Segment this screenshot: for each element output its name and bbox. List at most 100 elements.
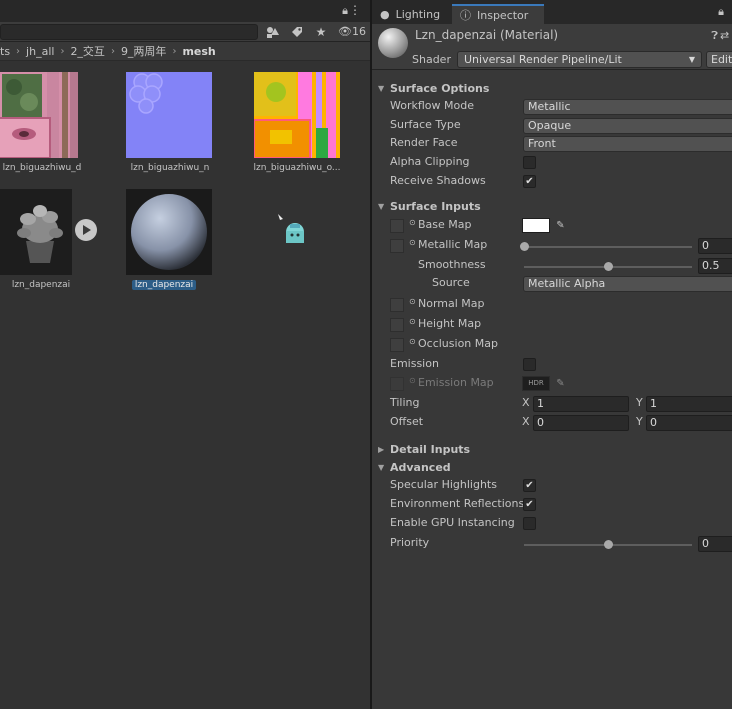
breadcrumb-item[interactable]: ts: [0, 45, 10, 58]
play-preview-button[interactable]: [75, 219, 97, 241]
axis-y-label: Y: [636, 396, 643, 409]
metallic-slider-track[interactable]: [524, 246, 692, 248]
axis-y-label: Y: [636, 415, 643, 428]
object-picker-icon[interactable]: ⊙: [409, 337, 416, 346]
alpha-clipping-checkbox[interactable]: [523, 156, 536, 169]
project-panel: 🔒︎ ⋮ ★ 👁︎16 ts › jh_all › 2_交互 › 9_两周年 ›…: [0, 0, 370, 709]
environment-reflections-checkbox[interactable]: ✔: [523, 498, 536, 511]
checkmark-icon: ✔: [525, 499, 534, 510]
metallic-value-field[interactable]: 0: [698, 238, 732, 254]
section-surface-options[interactable]: ▼ Surface Options: [372, 80, 489, 98]
section-advanced[interactable]: ▼ Advanced: [372, 459, 451, 477]
presets-icon[interactable]: ⇄: [720, 29, 732, 42]
gpu-instancing-checkbox[interactable]: [523, 517, 536, 530]
property-label: Alpha Clipping: [390, 155, 470, 168]
shader-dropdown[interactable]: Universal Render Pipeline/Lit ▼: [457, 51, 702, 68]
workflow-mode-dropdown[interactable]: Metallic: [523, 99, 732, 115]
favorite-star-icon[interactable]: ★: [310, 23, 332, 41]
tab-inspector[interactable]: ⓘ Inspector: [452, 4, 544, 24]
object-picker-icon[interactable]: ⊙: [409, 218, 416, 227]
section-detail-inputs[interactable]: ▶ Detail Inputs: [372, 441, 470, 459]
render-face-row: Render Face Front: [372, 135, 732, 153]
offset-y-field[interactable]: 0: [646, 415, 732, 431]
metallic-map-texture-slot[interactable]: [390, 239, 404, 253]
object-picker-icon[interactable]: ⊙: [409, 238, 416, 247]
model-thumbnail: [0, 189, 72, 275]
tiling-x-field[interactable]: 1: [533, 396, 629, 412]
specular-highlights-checkbox[interactable]: ✔: [523, 479, 536, 492]
priority-slider-handle[interactable]: [604, 540, 613, 549]
property-label: Tiling: [390, 396, 420, 409]
smoothness-value-field[interactable]: 0.5: [698, 258, 732, 274]
kebab-menu-icon[interactable]: ⋮: [349, 3, 361, 17]
breadcrumb-item[interactable]: 9_两周年: [121, 43, 167, 59]
base-map-texture-slot[interactable]: [390, 219, 404, 233]
property-label: Base Map: [418, 218, 472, 231]
emission-map-row: ⊙ Emission Map HDR ✎: [372, 375, 732, 393]
emission-row: Emission: [372, 356, 732, 374]
label-tag-icon[interactable]: [286, 23, 308, 41]
property-label: Height Map: [418, 317, 482, 330]
emission-checkbox[interactable]: [523, 358, 536, 371]
asset-tile[interactable]: lzn_dapenzai: [0, 189, 86, 299]
property-label: Emission Map: [418, 376, 494, 389]
object-picker-icon[interactable]: ⊙: [409, 297, 416, 306]
normal-map-row: ⊙ Normal Map: [372, 296, 732, 314]
section-surface-inputs[interactable]: ▼ Surface Inputs: [372, 198, 481, 216]
normal-map-texture-slot[interactable]: [390, 298, 404, 312]
emission-hdr-color: HDR: [522, 376, 550, 391]
tiling-y-field[interactable]: 1: [646, 396, 732, 412]
asset-tile[interactable]: lzn_dapenzai: [120, 189, 220, 299]
asset-tile[interactable]: lzn_biguazhiwu_d: [0, 72, 92, 182]
alpha-clipping-row: Alpha Clipping: [372, 154, 732, 172]
property-label: Environment Reflections: [390, 497, 525, 510]
occlusion-map-texture-slot[interactable]: [390, 338, 404, 352]
property-label: Priority: [390, 536, 430, 549]
checkmark-icon: ✔: [525, 480, 534, 491]
help-icon[interactable]: ❓︎: [711, 29, 718, 43]
object-picker-icon[interactable]: ⊙: [409, 317, 416, 326]
asset-tile[interactable]: lzn_biguazhiwu_o...: [247, 72, 347, 182]
asset-label: lzn_biguazhiwu_n: [130, 163, 210, 173]
chevron-right-icon: ›: [60, 45, 65, 57]
tab-lighting[interactable]: ● Lighting: [372, 4, 452, 24]
render-face-dropdown[interactable]: Front: [523, 136, 732, 152]
breadcrumb-item[interactable]: jh_all: [26, 45, 54, 58]
property-label: Normal Map: [418, 297, 485, 310]
receive-shadows-checkbox[interactable]: ✔: [523, 175, 536, 188]
hidden-count-toggle[interactable]: 👁︎16: [338, 25, 366, 38]
lock-icon[interactable]: 🔒︎: [342, 4, 348, 18]
search-by-type-icon[interactable]: [262, 23, 284, 41]
property-label: Receive Shadows: [390, 174, 486, 187]
priority-row: Priority 0: [372, 535, 732, 553]
inspector-tab-bar: ● Lighting ⓘ Inspector 🔒︎: [372, 0, 732, 24]
section-title: Surface Inputs: [390, 200, 481, 213]
material-preview-sphere: [378, 28, 408, 58]
section-title: Detail Inputs: [390, 443, 471, 456]
info-icon: ⓘ: [460, 9, 471, 22]
smoothness-slider-handle[interactable]: [604, 262, 613, 271]
property-label: Emission: [390, 357, 439, 370]
height-map-texture-slot[interactable]: [390, 318, 404, 332]
foldout-collapsed-icon: ▶: [378, 445, 385, 454]
foldout-expanded-icon: ▼: [378, 463, 385, 472]
asset-label-selected: lzn_dapenzai: [132, 280, 196, 290]
lock-icon[interactable]: 🔒︎: [718, 5, 724, 19]
search-input[interactable]: [0, 24, 258, 40]
smoothness-source-dropdown[interactable]: Metallic Alpha: [523, 276, 732, 292]
chevron-right-icon: ›: [110, 45, 115, 57]
metallic-map-row: ⊙ Metallic Map 0: [372, 237, 732, 255]
breadcrumb: ts › jh_all › 2_交互 › 9_两周年 › mesh: [0, 42, 370, 61]
metallic-slider-handle[interactable]: [520, 242, 529, 251]
breadcrumb-item[interactable]: 2_交互: [70, 43, 105, 59]
receive-shadows-row: Receive Shadows ✔: [372, 173, 732, 191]
priority-value-field[interactable]: 0: [698, 536, 732, 552]
edit-shader-button[interactable]: Edit...: [706, 51, 732, 68]
eyedropper-icon[interactable]: ✎: [553, 218, 568, 233]
shader-value: Universal Render Pipeline/Lit: [464, 53, 622, 66]
offset-x-field[interactable]: 0: [533, 415, 629, 431]
surface-type-dropdown[interactable]: Opaque: [523, 118, 732, 134]
asset-tile[interactable]: lzn_biguazhiwu_n: [120, 72, 220, 182]
breadcrumb-item-current[interactable]: mesh: [182, 45, 215, 58]
base-color-swatch[interactable]: [522, 218, 550, 233]
